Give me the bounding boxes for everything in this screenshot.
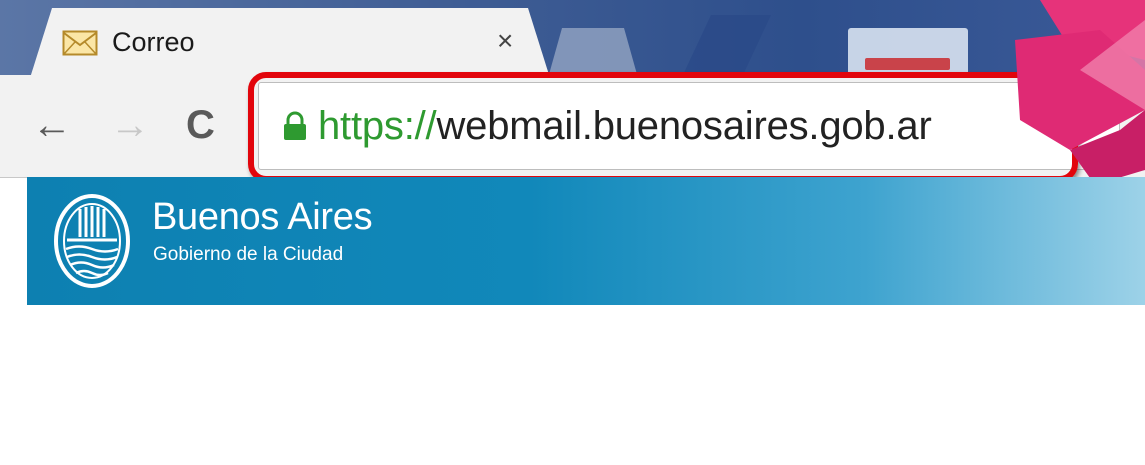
browser-tab-correo[interactable] — [30, 8, 550, 78]
back-arrow-icon[interactable]: ← — [32, 103, 72, 147]
reload-icon[interactable]: C — [186, 103, 215, 147]
background-window-shape — [865, 58, 950, 70]
address-bar-highlight — [248, 72, 1078, 182]
site-title: Buenos Aires — [152, 196, 373, 238]
city-seal-icon[interactable] — [52, 193, 132, 289]
forward-arrow-icon[interactable]: → — [110, 103, 150, 147]
decorative-shape — [1015, 0, 1145, 185]
close-tab-icon[interactable]: × — [497, 26, 513, 56]
new-tab-button[interactable] — [548, 28, 638, 78]
envelope-icon — [62, 30, 98, 56]
page-content — [0, 305, 1145, 465]
tab-title: Correo — [112, 27, 195, 57]
background-window-shape — [669, 15, 771, 75]
site-subtitle: Gobierno de la Ciudad — [153, 244, 344, 265]
